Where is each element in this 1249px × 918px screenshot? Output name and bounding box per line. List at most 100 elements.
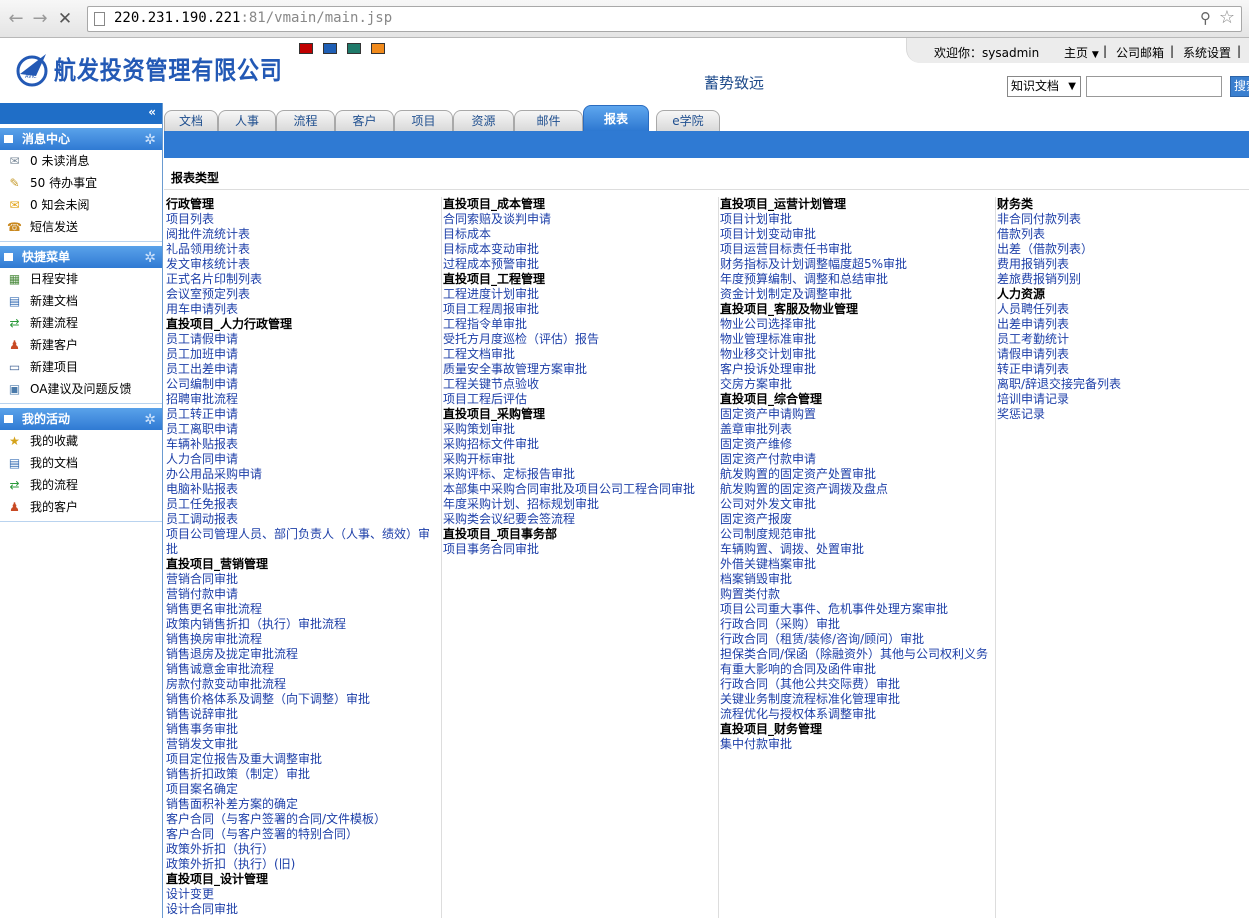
- report-link[interactable]: 人力合同申请: [166, 452, 441, 467]
- report-link[interactable]: 员工请假申请: [166, 332, 441, 347]
- report-link[interactable]: 航发购置的固定资产处置审批: [720, 467, 995, 482]
- report-link[interactable]: 行政合同（租赁/装修/咨询/顾问）审批: [720, 632, 995, 647]
- tab-6[interactable]: 邮件: [514, 110, 583, 131]
- report-link[interactable]: 行政合同（其他公共交际费）审批: [720, 677, 995, 692]
- theme-swatch-blue[interactable]: [323, 43, 337, 54]
- report-link[interactable]: 销售更名审批流程: [166, 602, 441, 617]
- report-link[interactable]: 受托方月度巡检（评估）报告: [443, 332, 718, 347]
- address-bar[interactable]: 220.231.190.221:81/vmain/main.jsp ⚲ ☆: [87, 6, 1242, 32]
- report-link[interactable]: 请假申请列表: [997, 347, 1249, 362]
- report-link[interactable]: 销售说辞审批: [166, 707, 441, 722]
- report-link[interactable]: 车辆补贴报表: [166, 437, 441, 452]
- report-link[interactable]: 固定资产维修: [720, 437, 995, 452]
- report-link[interactable]: 销售折扣政策（制定）审批: [166, 767, 441, 782]
- report-link[interactable]: 车辆购置、调拨、处置审批: [720, 542, 995, 557]
- sidebar-item[interactable]: ★ 我的收藏: [0, 430, 162, 452]
- report-link[interactable]: 公司编制申请: [166, 377, 441, 392]
- report-link[interactable]: 工程文档审批: [443, 347, 718, 362]
- tab-4[interactable]: 项目: [394, 110, 453, 131]
- report-link[interactable]: 客户投诉处理审批: [720, 362, 995, 377]
- sidebar-item[interactable]: ☎ 短信发送: [0, 216, 162, 238]
- report-link[interactable]: 培训申请记录: [997, 392, 1249, 407]
- report-link[interactable]: 集中付款审批: [720, 737, 995, 752]
- report-link[interactable]: 资金计划制定及调整审批: [720, 287, 995, 302]
- report-link[interactable]: 项目计划变动审批: [720, 227, 995, 242]
- panel-header[interactable]: 消息中心 ✲: [0, 128, 162, 150]
- gear-icon[interactable]: ✲: [144, 247, 156, 269]
- report-link[interactable]: 转正申请列表: [997, 362, 1249, 377]
- report-link[interactable]: 购置类付款: [720, 587, 995, 602]
- report-link[interactable]: 营销合同审批: [166, 572, 441, 587]
- report-link[interactable]: 用车申请列表: [166, 302, 441, 317]
- report-link[interactable]: 外借关键档案审批: [720, 557, 995, 572]
- report-link[interactable]: 奖惩记录: [997, 407, 1249, 422]
- report-link[interactable]: 航发购置的固定资产调拨及盘点: [720, 482, 995, 497]
- gear-icon[interactable]: ✲: [144, 409, 156, 431]
- report-link[interactable]: 员工加班申请: [166, 347, 441, 362]
- tab-3[interactable]: 客户: [335, 110, 394, 131]
- tab-7[interactable]: 报表: [583, 105, 649, 131]
- sidebar-item[interactable]: ▤ 我的文档: [0, 452, 162, 474]
- report-link[interactable]: 工程进度计划审批: [443, 287, 718, 302]
- report-link[interactable]: 营销发文审批: [166, 737, 441, 752]
- report-link[interactable]: 档案销毁审批: [720, 572, 995, 587]
- sidebar-item[interactable]: ▤ 新建文档: [0, 290, 162, 312]
- company-mail-link[interactable]: 公司邮箱: [1116, 44, 1164, 61]
- report-link[interactable]: 工程指令单审批: [443, 317, 718, 332]
- report-link[interactable]: 差旅费报销列别: [997, 272, 1249, 287]
- report-link[interactable]: 项目工程周报审批: [443, 302, 718, 317]
- report-link[interactable]: 员工任免报表: [166, 497, 441, 512]
- theme-swatch-red[interactable]: [299, 43, 313, 54]
- report-link[interactable]: 出差（借款列表）: [997, 242, 1249, 257]
- report-link[interactable]: 固定资产报废: [720, 512, 995, 527]
- sidebar-item[interactable]: ▣ OA建议及问题反馈: [0, 378, 162, 400]
- sidebar-item[interactable]: ▭ 新建项目: [0, 356, 162, 378]
- report-link[interactable]: 员工转正申请: [166, 407, 441, 422]
- wrench-icon[interactable]: ⚲: [1200, 9, 1211, 27]
- search-button[interactable]: 搜索: [1230, 76, 1249, 97]
- sidebar-item[interactable]: ♟ 我的客户: [0, 496, 162, 518]
- panel-header[interactable]: 我的活动 ✲: [0, 408, 162, 430]
- report-link[interactable]: 财务指标及计划调整幅度超5%审批: [720, 257, 995, 272]
- report-link[interactable]: 发文审核统计表: [166, 257, 441, 272]
- report-link[interactable]: 销售事务审批: [166, 722, 441, 737]
- report-link[interactable]: 销售诚意金审批流程: [166, 662, 441, 677]
- report-link[interactable]: 非合同付款列表: [997, 212, 1249, 227]
- report-link[interactable]: 人员聘任列表: [997, 302, 1249, 317]
- report-link[interactable]: 营销付款申请: [166, 587, 441, 602]
- sidebar-item[interactable]: ♟ 新建客户: [0, 334, 162, 356]
- sidebar-item[interactable]: ▦ 日程安排: [0, 268, 162, 290]
- report-link[interactable]: 政策内销售折扣（执行）审批流程: [166, 617, 441, 632]
- system-settings-link[interactable]: 系统设置: [1183, 44, 1231, 61]
- report-link[interactable]: 销售退房及拢定审批流程: [166, 647, 441, 662]
- tab-2[interactable]: 流程: [276, 110, 335, 131]
- report-link[interactable]: 担保类合同/保函（除融资外）其他与公司权利义务: [720, 647, 995, 662]
- report-link[interactable]: 项目计划审批: [720, 212, 995, 227]
- report-link[interactable]: 办公用品采购申请: [166, 467, 441, 482]
- report-link[interactable]: 正式名片印制列表: [166, 272, 441, 287]
- report-link[interactable]: 项目事务合同审批: [443, 542, 718, 557]
- report-link[interactable]: 员工出差申请: [166, 362, 441, 377]
- report-link[interactable]: 采购策划审批: [443, 422, 718, 437]
- report-link[interactable]: 项目定位报告及重大调整审批: [166, 752, 441, 767]
- sidebar-item[interactable]: ⇄ 我的流程: [0, 474, 162, 496]
- report-link[interactable]: 物业公司选择审批: [720, 317, 995, 332]
- report-link[interactable]: 交房方案审批: [720, 377, 995, 392]
- bookmark-star-icon[interactable]: ☆: [1219, 7, 1235, 28]
- report-link[interactable]: 工程关键节点验收: [443, 377, 718, 392]
- sidebar-item[interactable]: ✉ 0 未读消息: [0, 150, 162, 172]
- report-link[interactable]: 员工考勤统计: [997, 332, 1249, 347]
- report-link[interactable]: 客户合同（与客户签署的合同/文件模板）: [166, 812, 441, 827]
- report-link[interactable]: 借款列表: [997, 227, 1249, 242]
- home-link[interactable]: 主页 ▼: [1064, 44, 1099, 61]
- report-link[interactable]: 项目公司管理人员、部门负责人（人事、绩效）审批: [166, 527, 436, 557]
- report-link[interactable]: 目标成本: [443, 227, 718, 242]
- report-link[interactable]: 关键业务制度流程标准化管理审批: [720, 692, 995, 707]
- report-link[interactable]: 公司制度规范审批: [720, 527, 995, 542]
- report-link[interactable]: 员工调动报表: [166, 512, 441, 527]
- report-link[interactable]: 采购评标、定标报告审批: [443, 467, 718, 482]
- gear-icon[interactable]: ✲: [144, 129, 156, 151]
- report-link[interactable]: 过程成本预警审批: [443, 257, 718, 272]
- report-link[interactable]: 年度采购计划、招标规划审批: [443, 497, 718, 512]
- sidebar-item[interactable]: ✉ 0 知会未阅: [0, 194, 162, 216]
